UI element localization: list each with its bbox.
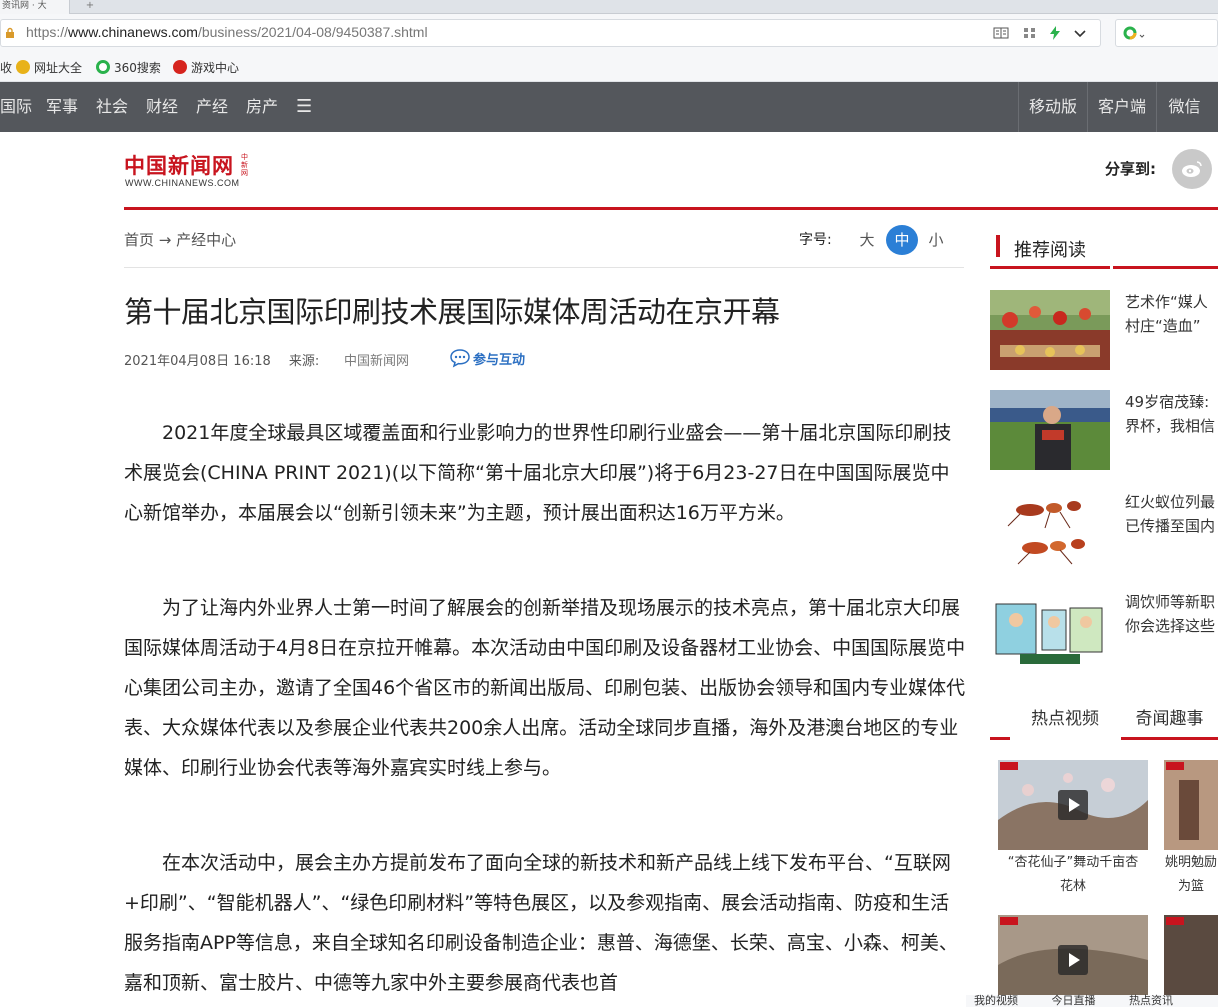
font-size-large[interactable]: 大 — [851, 225, 883, 255]
browser-tab-active[interactable]: 资讯网 · 大 — [0, 0, 70, 14]
logo-tag: 中新网 — [241, 153, 248, 177]
tab-hot-videos[interactable]: 热点视频 — [1012, 700, 1118, 740]
grid-icon[interactable] — [1022, 25, 1038, 41]
video-caption[interactable]: 姚明勉励 为篮 — [1164, 851, 1218, 899]
nav-item[interactable]: 房产 — [246, 82, 278, 132]
recommend-headline[interactable]: 艺术作“媒人 村庄“造血” — [1125, 290, 1218, 338]
font-size-small[interactable]: 小 — [920, 225, 952, 255]
comment-label: 参与互动 — [473, 352, 526, 368]
site-logo[interactable]: 中国新闻网 WWW.CHINANEWS.COM 中新网 — [124, 150, 254, 192]
nav-mobile[interactable]: 移动版 — [1018, 82, 1087, 132]
browser-status-bar: 我的视频 今日直播 热点资讯 — [966, 995, 1218, 1007]
bookmark-item[interactable]: 360搜索 — [96, 58, 161, 76]
game-center-icon — [173, 60, 187, 74]
video-thumbnail[interactable] — [1164, 760, 1218, 850]
article-meta: 2021年04月08日 16:18 来源: — [124, 350, 319, 369]
recommend-thumbnail[interactable] — [990, 390, 1110, 470]
nav-wechat[interactable]: 微信 — [1156, 82, 1212, 132]
share-label: 分享到: — [1105, 160, 1156, 178]
article-paragraph: 在本次活动中，展会主办方提前发布了面向全球的新技术和新产品线上线下发布平台、“互… — [124, 852, 958, 994]
divider — [124, 267, 964, 268]
tab-spacer — [990, 700, 1010, 740]
weibo-share-button[interactable] — [1172, 149, 1212, 189]
font-size-medium[interactable]: 中 — [886, 225, 918, 255]
recommend-headline[interactable]: 调饮师等新职 你会选择这些 — [1125, 590, 1218, 638]
nav-item[interactable]: 军事 — [46, 82, 78, 132]
header-divider — [124, 207, 1218, 210]
tab-odd-news[interactable]: 奇闻趣事 — [1121, 700, 1218, 740]
article-paragraph: 2021年度全球最具区域覆盖面和行业影响力的世界性印刷行业盛会——第十届北京国际… — [124, 422, 952, 524]
bookmark-item[interactable]: 游戏中心 — [173, 58, 239, 76]
video-thumbnail[interactable] — [1164, 915, 1218, 1005]
reader-mode-icon[interactable] — [993, 25, 1009, 41]
comment-button[interactable]: 参与互动 — [449, 348, 525, 368]
search-360-icon — [96, 60, 110, 74]
breadcrumb-section[interactable]: 产经中心 — [176, 231, 236, 249]
lock-icon[interactable] — [4, 27, 16, 39]
video-image — [1164, 915, 1218, 1005]
recommend-thumbnail[interactable] — [990, 490, 1110, 570]
recommend-thumbnail[interactable] — [990, 590, 1110, 670]
url-text[interactable]: https://www.chinanews.com/business/2021/… — [26, 24, 428, 40]
navigation-site-icon — [16, 60, 30, 74]
article-source[interactable]: 中国新闻网 — [344, 350, 409, 369]
breadcrumb: 首页 → 产经中心 — [124, 229, 236, 250]
browser-tab-strip — [0, 0, 1218, 14]
recommend-title: 推荐阅读 — [1014, 240, 1086, 261]
search-engine-icon[interactable] — [1123, 25, 1147, 41]
source-label: 来源: — [288, 354, 320, 369]
nav-item[interactable]: 产经 — [196, 82, 228, 132]
logo-chinese: 中国新闻网 — [124, 153, 234, 178]
play-icon[interactable] — [1058, 790, 1088, 820]
nav-item[interactable]: 社会 — [96, 82, 128, 132]
recommend-headline[interactable]: 49岁宿茂臻: 界杯，我相信 — [1125, 390, 1218, 438]
play-icon[interactable] — [1058, 945, 1088, 975]
nav-item[interactable]: 国际 — [0, 82, 32, 132]
breadcrumb-arrow: → — [158, 231, 172, 249]
status-my-videos[interactable]: 我的视频 — [974, 994, 1018, 1007]
nav-item[interactable]: 财经 — [146, 82, 178, 132]
menu-icon[interactable]: ☰ — [296, 82, 312, 132]
chevron-down-icon[interactable] — [1072, 25, 1088, 41]
recommend-underline — [990, 266, 1218, 269]
recommend-headline[interactable]: 红火蚁位列最 已传播至国内 — [1125, 490, 1218, 538]
video-image — [1164, 760, 1218, 850]
status-live[interactable]: 今日直播 — [1052, 994, 1096, 1007]
article-datetime: 2021年04月08日 16:18 — [124, 354, 271, 369]
video-thumbnail[interactable] — [998, 915, 1148, 1005]
article-paragraph: 为了让海内外业界人士第一时间了解展会的创新举措及现场展示的技术亮点，第十届北京大… — [124, 597, 966, 779]
video-thumbnail[interactable] — [998, 760, 1148, 850]
font-size-label: 字号: — [799, 232, 832, 248]
bookmark-item[interactable]: 收 — [0, 58, 12, 76]
breadcrumb-home[interactable]: 首页 — [124, 231, 154, 249]
video-caption[interactable]: “杏花仙子”舞动千亩杏 花林 — [998, 851, 1148, 899]
comment-icon — [450, 349, 470, 368]
weibo-icon — [1182, 161, 1202, 177]
article-title: 第十届北京国际印刷技术展国际媒体周活动在京开幕 — [124, 295, 780, 329]
underline-gap — [1110, 266, 1113, 269]
recommend-thumbnail[interactable] — [990, 290, 1110, 370]
status-hot-news[interactable]: 热点资讯 — [1129, 994, 1173, 1007]
new-tab-button[interactable]: + — [80, 0, 100, 14]
lightning-icon[interactable] — [1047, 25, 1063, 41]
bookmark-item[interactable]: 网址大全 — [16, 58, 82, 76]
logo-english: WWW.CHINANEWS.COM — [125, 178, 240, 188]
recommend-marker — [996, 235, 1000, 257]
nav-client[interactable]: 客户端 — [1087, 82, 1156, 132]
